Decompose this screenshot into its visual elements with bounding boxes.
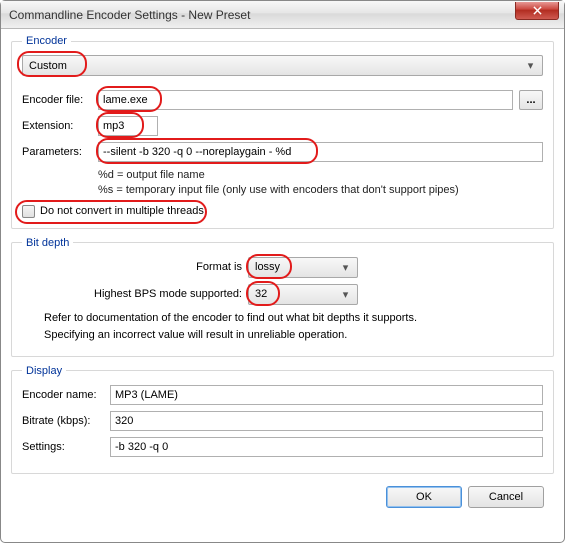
- encoder-file-label: Encoder file:: [22, 94, 92, 106]
- settings-label: Settings:: [22, 441, 104, 453]
- extension-input[interactable]: [98, 116, 158, 136]
- cancel-button[interactable]: Cancel: [468, 486, 544, 508]
- bps-label: Highest BPS mode supported:: [82, 288, 242, 300]
- settings-input[interactable]: [110, 437, 543, 457]
- display-legend: Display: [22, 365, 66, 377]
- encoder-group: Encoder Custom ▾ Encoder file: ... Exten…: [11, 35, 554, 229]
- chevron-down-icon: ▾: [338, 258, 353, 277]
- encoder-legend: Encoder: [22, 35, 71, 47]
- encoder-name-label: Encoder name:: [22, 389, 104, 401]
- hint-line-1: %d = output file name: [98, 168, 543, 183]
- bps-dropdown[interactable]: 32 ▾: [248, 284, 358, 305]
- ok-button[interactable]: OK: [386, 486, 462, 508]
- extension-label: Extension:: [22, 120, 92, 132]
- chevron-down-icon: ▾: [338, 285, 353, 304]
- chevron-down-icon: ▾: [523, 56, 538, 75]
- close-icon: [533, 6, 542, 15]
- parameters-input[interactable]: [98, 142, 543, 162]
- bitrate-label: Bitrate (kbps):: [22, 415, 104, 427]
- bitrate-input[interactable]: [110, 411, 543, 431]
- bitdepth-note-1: Refer to documentation of the encoder to…: [44, 311, 543, 326]
- close-button[interactable]: [515, 2, 559, 20]
- bitdepth-group: Bit depth Format is lossy ▾ Highest BPS …: [11, 237, 554, 357]
- titlebar[interactable]: Commandline Encoder Settings - New Prese…: [1, 1, 564, 29]
- dialog-content: Encoder Custom ▾ Encoder file: ... Exten…: [1, 29, 564, 516]
- display-group: Display Encoder name: Bitrate (kbps): Se…: [11, 365, 554, 474]
- encoder-name-input[interactable]: [110, 385, 543, 405]
- multithread-label: Do not convert in multiple threads: [40, 205, 204, 217]
- bps-dropdown-value: 32: [255, 288, 267, 300]
- format-dropdown[interactable]: lossy ▾: [248, 257, 358, 278]
- encoder-file-input[interactable]: [98, 90, 513, 110]
- format-dropdown-value: lossy: [255, 261, 280, 273]
- parameters-label: Parameters:: [22, 146, 92, 158]
- window-title: Commandline Encoder Settings - New Prese…: [9, 8, 250, 22]
- preset-dropdown-value: Custom: [29, 60, 67, 72]
- format-label: Format is: [82, 261, 242, 273]
- preset-dropdown[interactable]: Custom ▾: [22, 55, 543, 76]
- hint-line-2: %s = temporary input file (only use with…: [98, 183, 543, 198]
- bitdepth-note-2: Specifying an incorrect value will resul…: [44, 328, 543, 343]
- bitdepth-legend: Bit depth: [22, 237, 73, 249]
- browse-button[interactable]: ...: [519, 90, 543, 110]
- multithread-checkbox[interactable]: [22, 205, 35, 218]
- button-bar: OK Cancel: [11, 482, 554, 508]
